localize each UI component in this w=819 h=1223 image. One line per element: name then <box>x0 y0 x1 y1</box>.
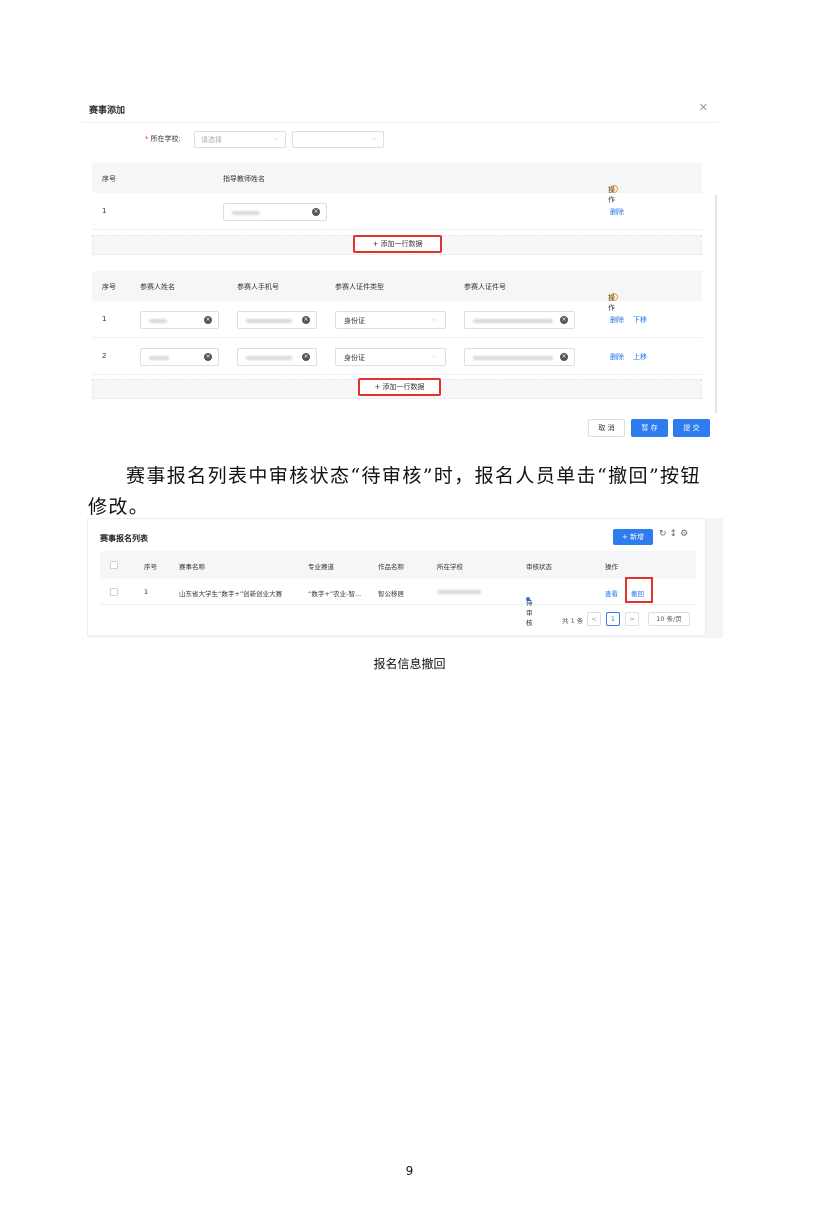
teacher-name-input[interactable]: × <box>223 203 327 221</box>
clear-icon[interactable]: × <box>560 316 568 324</box>
id-number-input[interactable]: × <box>464 348 575 366</box>
participant-table-header: 序号 参赛人姓名 参赛人手机号 参赛人证件类型 参赛人证件号 操作! <box>92 271 702 312</box>
select-all-checkbox[interactable] <box>110 561 118 569</box>
highlight-box <box>625 577 653 603</box>
settings-icon[interactable]: ⚙ <box>680 529 691 539</box>
add-row-button[interactable]: + 添加一行数据 <box>358 378 441 396</box>
clear-icon[interactable]: × <box>560 353 568 361</box>
info-icon: ! <box>610 185 618 193</box>
clear-icon[interactable]: × <box>312 208 320 216</box>
school-select-secondary[interactable]: ⌵ <box>292 131 384 148</box>
page-size-select[interactable]: 10 条/页 <box>648 612 690 626</box>
scrollbar[interactable] <box>715 195 717 413</box>
school-label: 所在学校: <box>150 135 181 143</box>
registration-list-screenshot: 赛事报名列表 + 新增 ↻↕⚙ 序号 赛事名称 专业赛道 作品名称 所在学校 审… <box>87 518 723 638</box>
chevron-down-icon: ⌵ <box>371 134 377 142</box>
clear-icon[interactable]: × <box>302 316 310 324</box>
instruction-paragraph: 赛事报名列表中审核状态“待审核”时，报名人员单击“撤回”按钮修改。 <box>88 465 701 518</box>
cancel-button[interactable]: 取 消 <box>588 419 625 437</box>
delete-link[interactable]: 删除 <box>610 315 624 325</box>
participant-phone-input[interactable]: × <box>237 311 317 329</box>
school-select-primary[interactable]: 请选择 ⌵ <box>194 131 286 148</box>
table-row: 1 × 删除 <box>92 194 702 230</box>
list-title: 赛事报名列表 <box>100 534 148 543</box>
figure-caption: 报名信息撤回 <box>373 657 446 671</box>
refresh-icon[interactable]: ↻ <box>659 529 670 539</box>
delete-link[interactable]: 删除 <box>610 207 624 217</box>
add-event-dialog: 赛事添加 ✕ * 所在学校: 请选择 ⌵ ⌵ 序号 指导教师姓名 操作! 1 × … <box>81 95 718 442</box>
id-type-select[interactable]: 身份证 ⌵ <box>335 311 446 329</box>
new-button[interactable]: + 新增 <box>613 529 653 545</box>
table-row: 1 × × 身份证 ⌵ × 删除 下移 <box>92 302 702 338</box>
clear-icon[interactable]: × <box>204 316 212 324</box>
save-draft-button[interactable]: 暂 存 <box>631 419 668 437</box>
chevron-down-icon: ⌵ <box>431 315 437 323</box>
table-row: 1 山东省大学生“数字+”创新创业大赛 “数字+”农业-智... 智公移居 待审… <box>100 579 696 627</box>
page-1-button[interactable]: 1 <box>606 612 620 626</box>
participant-name-input[interactable]: × <box>140 311 219 329</box>
move-down-link[interactable]: 下移 <box>633 315 647 325</box>
chevron-down-icon: ⌵ <box>273 134 279 142</box>
table-row: 2 × × 身份证 ⌵ × 删除 上移 <box>92 339 702 375</box>
dialog-header: 赛事添加 ✕ <box>81 95 718 123</box>
info-icon: ! <box>610 293 618 301</box>
school-redacted <box>437 590 481 594</box>
id-number-input[interactable]: × <box>464 311 575 329</box>
dialog-title: 赛事添加 <box>89 106 126 116</box>
column-height-icon[interactable]: ↕ <box>670 529 681 539</box>
required-mark: * <box>145 135 149 143</box>
teacher-table-header: 序号 指导教师姓名 操作! <box>92 163 702 204</box>
close-icon[interactable]: ✕ <box>699 101 708 114</box>
row-checkbox[interactable] <box>110 588 118 596</box>
list-table-header: 序号 赛事名称 专业赛道 作品名称 所在学校 审核状态 操作 <box>100 551 696 579</box>
clear-icon[interactable]: × <box>204 353 212 361</box>
pagination-total: 共 1 条 <box>562 617 584 625</box>
prev-page-button[interactable]: < <box>587 612 601 626</box>
page-number: 9 <box>405 1164 414 1178</box>
view-link[interactable]: 查看 <box>605 588 618 598</box>
move-up-link[interactable]: 上移 <box>633 352 647 362</box>
participant-phone-input[interactable]: × <box>237 348 317 366</box>
add-row-button[interactable]: + 添加一行数据 <box>353 235 442 253</box>
registration-list-card: 赛事报名列表 + 新增 ↻↕⚙ 序号 赛事名称 专业赛道 作品名称 所在学校 审… <box>87 518 706 636</box>
chevron-down-icon: ⌵ <box>431 352 437 360</box>
submit-button[interactable]: 提 交 <box>673 419 710 437</box>
school-field: * 所在学校: 请选择 ⌵ ⌵ <box>81 129 718 149</box>
id-type-select[interactable]: 身份证 ⌵ <box>335 348 446 366</box>
clear-icon[interactable]: × <box>302 353 310 361</box>
delete-link[interactable]: 删除 <box>610 352 624 362</box>
participant-name-input[interactable]: × <box>140 348 219 366</box>
next-page-button[interactable]: > <box>625 612 639 626</box>
